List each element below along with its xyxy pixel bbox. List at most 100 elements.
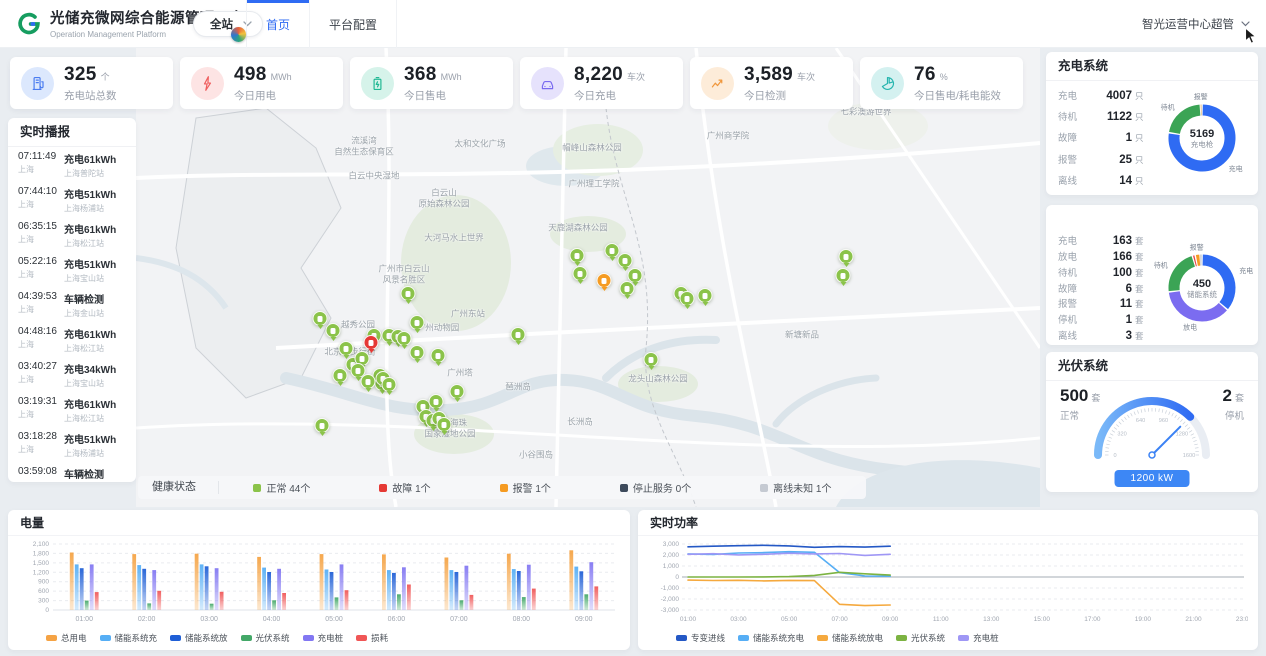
svg-text:报警: 报警	[1190, 242, 1204, 251]
legend-item-充电桩[interactable]: 充电桩	[958, 632, 999, 644]
legend-item-储能系统放[interactable]: 储能系统放	[170, 632, 228, 644]
broadcast-event: 充电61kWh	[64, 151, 126, 166]
broadcast-station: 上海宝山站	[64, 378, 126, 389]
map-marker-normal[interactable]	[511, 327, 526, 346]
power-chart-legend: 专变进线 储能系统充电 储能系统放电 光伏系统 充电桩	[676, 630, 1258, 646]
map-marker-normal[interactable]	[836, 268, 851, 287]
kpi-value: 498	[234, 64, 267, 86]
svg-text:2,000: 2,000	[663, 552, 680, 559]
status-label: 故障	[1058, 281, 1090, 295]
kpi-unit: 个	[101, 70, 110, 83]
tab-home[interactable]: 首页	[246, 0, 310, 48]
kpi-unit: 车次	[797, 70, 815, 83]
map-marker-normal[interactable]	[361, 374, 376, 393]
charging-station-marker-icon	[573, 266, 588, 281]
status-label: 报警	[1058, 152, 1090, 166]
map-marker-normal[interactable]	[620, 281, 635, 300]
broadcast-city: 上海	[18, 339, 57, 350]
map-marker-normal[interactable]	[450, 384, 465, 403]
map-marker-normal[interactable]	[698, 288, 713, 307]
broadcast-item: 07:44:10上海充电51kWh上海杨浦站	[8, 182, 136, 217]
map-marker-normal[interactable]	[410, 315, 425, 334]
realtime-power-line-chart[interactable]: -3,000-2,000-1,00001,0002,0003,00001:000…	[648, 538, 1248, 630]
health-legend-item: 离线未知 1个	[760, 480, 831, 495]
status-value: 14	[1090, 175, 1132, 187]
charging-station-marker-icon	[597, 273, 612, 288]
map-marker-normal[interactable]	[644, 352, 659, 371]
broadcast-city: 上海	[18, 304, 57, 315]
energy-bar-chart[interactable]: 03006009001,2001,5001,8002,10001:0002:00…	[19, 538, 619, 630]
broadcast-station: 上海金山站	[64, 308, 126, 319]
map-marker-normal[interactable]	[431, 348, 446, 367]
legend-item-储能系统放电[interactable]: 储能系统放电	[817, 632, 883, 644]
charging-system-title: 充电系统	[1046, 52, 1258, 81]
svg-text:09:00: 09:00	[882, 616, 899, 623]
status-label: 充电	[1058, 88, 1090, 102]
map-marker-normal[interactable]	[339, 341, 354, 360]
legend-label: 损耗	[371, 632, 388, 644]
kpi-text: 8,220车次今日充电	[574, 64, 645, 103]
charging-system-donut-chart[interactable]: 充电待机报警5169充电枪	[1148, 86, 1256, 190]
legend-item-储能系统充[interactable]: 储能系统充	[100, 632, 158, 644]
trend-icon	[701, 67, 734, 100]
broadcast-station: 上海宝山站	[64, 273, 126, 284]
map-label: 流溪湾 自然生态保育区	[334, 135, 394, 156]
broadcast-title: 实时播报	[8, 118, 136, 147]
legend-label: 总用电	[61, 632, 87, 644]
app-header: 光储充微网综合能源管理平台 Operation Management Platf…	[0, 0, 1266, 48]
legend-item-充电桩[interactable]: 充电桩	[303, 632, 344, 644]
kpi-row: 325个充电站总数498MWh今日用电368MWh今日售电8,220车次今日充电…	[10, 57, 1023, 109]
charging-station-marker-icon	[429, 394, 444, 409]
map-marker-normal[interactable]	[839, 249, 854, 268]
map-marker-normal[interactable]	[437, 417, 452, 436]
legend-label: 充电桩	[973, 632, 999, 644]
map-marker-normal[interactable]	[573, 266, 588, 285]
map-marker-normal[interactable]	[313, 311, 328, 330]
svg-text:1600: 1600	[1183, 453, 1195, 459]
legend-item-光伏系统[interactable]: 光伏系统	[241, 632, 290, 644]
svg-text:17:00: 17:00	[1084, 616, 1101, 623]
map-canvas[interactable]: 流溪湾 自然生态保育区白云中央湿地太和文化广场白云山 原始森林公园帽峰山森林公园…	[136, 48, 1040, 507]
storage-system-donut-chart[interactable]: 充电放电待机报警450储能系统	[1148, 236, 1256, 340]
broadcast-event: 充电61kWh	[64, 396, 126, 411]
legend-item-光伏系统[interactable]: 光伏系统	[896, 632, 945, 644]
legend-item-损耗[interactable]: 损耗	[356, 632, 388, 644]
svg-text:21:00: 21:00	[1185, 616, 1202, 623]
map-marker-normal[interactable]	[333, 368, 348, 387]
legend-label: 专变进线	[691, 632, 725, 644]
svg-text:待机: 待机	[1154, 260, 1168, 269]
map-marker-alarm[interactable]	[597, 273, 612, 292]
system-status-row: 放电166套	[1058, 249, 1146, 263]
map-marker-normal[interactable]	[570, 248, 585, 267]
svg-text:600: 600	[38, 588, 49, 595]
map-marker-normal[interactable]	[401, 286, 416, 305]
system-status-row: 待机100套	[1058, 265, 1146, 279]
legend-label: 光伏系统	[256, 632, 290, 644]
pv-system-panel: 光伏系统 500套 正常 2套 停机 032064096012801600 12…	[1046, 352, 1258, 492]
map-marker-normal[interactable]	[326, 323, 341, 342]
battery-icon	[361, 67, 394, 100]
map-marker-normal[interactable]	[680, 291, 695, 310]
broadcast-station: 上海普陀站	[64, 168, 126, 179]
energy-chart-card: 电量 03006009001,2001,5001,8002,10001:0002…	[8, 510, 630, 650]
map-marker-normal[interactable]	[410, 345, 425, 364]
kpi-unit: MWh	[441, 72, 462, 82]
health-status-bar: 健康状态 正常 44个故障 1个报警 1个停止服务 0个离线未知 1个	[138, 476, 866, 499]
user-menu[interactable]: 智光运营中心超管	[1142, 0, 1250, 48]
pv-power-gauge[interactable]: 032064096012801600	[1067, 385, 1237, 465]
svg-text:23:00: 23:00	[1236, 616, 1248, 623]
health-legend-item: 停止服务 0个	[620, 480, 691, 495]
legend-item-专变进线[interactable]: 专变进线	[676, 632, 725, 644]
map-label: 广州东站	[451, 309, 485, 320]
tab-platform-config[interactable]: 平台配置	[310, 0, 397, 48]
map-marker-normal[interactable]	[382, 377, 397, 396]
status-value: 4007	[1090, 90, 1132, 102]
map-marker-normal[interactable]	[315, 418, 330, 437]
status-unit: 套	[1135, 235, 1144, 247]
legend-item-储能系统充电[interactable]: 储能系统充电	[738, 632, 804, 644]
charging-station-marker-icon	[839, 249, 854, 264]
legend-item-总用电[interactable]: 总用电	[46, 632, 87, 644]
legend-swatch	[46, 635, 57, 641]
map-marker-fault[interactable]	[364, 335, 379, 354]
status-label: 停机	[1058, 312, 1090, 326]
